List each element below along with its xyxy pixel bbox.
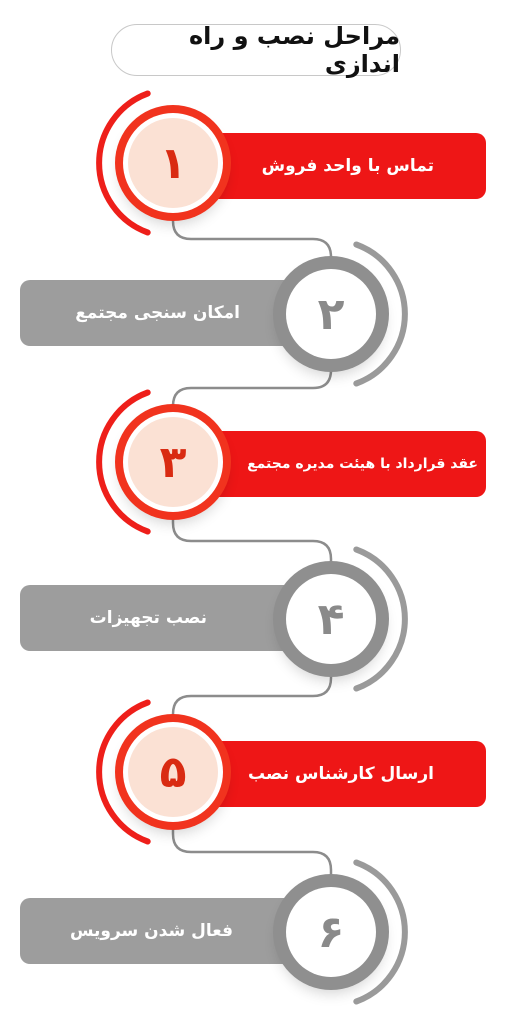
- page-title: مراحل نصب و راه اندازی: [111, 22, 401, 78]
- step-4-badge: ۴: [286, 574, 376, 664]
- step-4-number: ۴: [317, 593, 345, 645]
- step-1-banner: تماس با واحد فروش: [178, 133, 486, 199]
- step-2-label: امکان سنجی مجتمع: [75, 303, 240, 323]
- step-5-label: ارسال کارشناس نصب: [248, 764, 434, 784]
- step-6-badge: ۶: [286, 887, 376, 977]
- step-3-number: ۳: [159, 436, 187, 488]
- connector-line-3: [171, 518, 333, 563]
- step-6-number: ۶: [317, 906, 345, 958]
- connector-line-1: [171, 219, 333, 258]
- step-1-badge: ۱: [128, 118, 218, 208]
- step-3-badge: ۳: [128, 417, 218, 507]
- connector-line-5: [171, 828, 333, 876]
- connector-line-4: [171, 675, 333, 716]
- step-6-label: فعال شدن سرویس: [69, 921, 233, 941]
- step-2-number: ۲: [317, 288, 345, 340]
- installation-steps-diagram: مراحل نصب و راه اندازی تماس با واحد فروش…: [0, 0, 514, 1024]
- step-4-label: نصب تجهیزات: [89, 608, 207, 628]
- connector-line-2: [171, 369, 333, 407]
- step-3-label: عقد قرارداد با هیئت مدیره مجتمع: [247, 456, 478, 472]
- step-5-number: ۵: [159, 746, 187, 798]
- step-1-number: ۱: [159, 137, 187, 189]
- step-5-banner: ارسال کارشناس نصب: [178, 741, 486, 807]
- step-5-badge: ۵: [128, 727, 218, 817]
- step-1-label: تماس با واحد فروش: [261, 156, 434, 176]
- step-3-banner: عقد قرارداد با هیئت مدیره مجتمع: [178, 431, 486, 497]
- step-2-badge: ۲: [286, 269, 376, 359]
